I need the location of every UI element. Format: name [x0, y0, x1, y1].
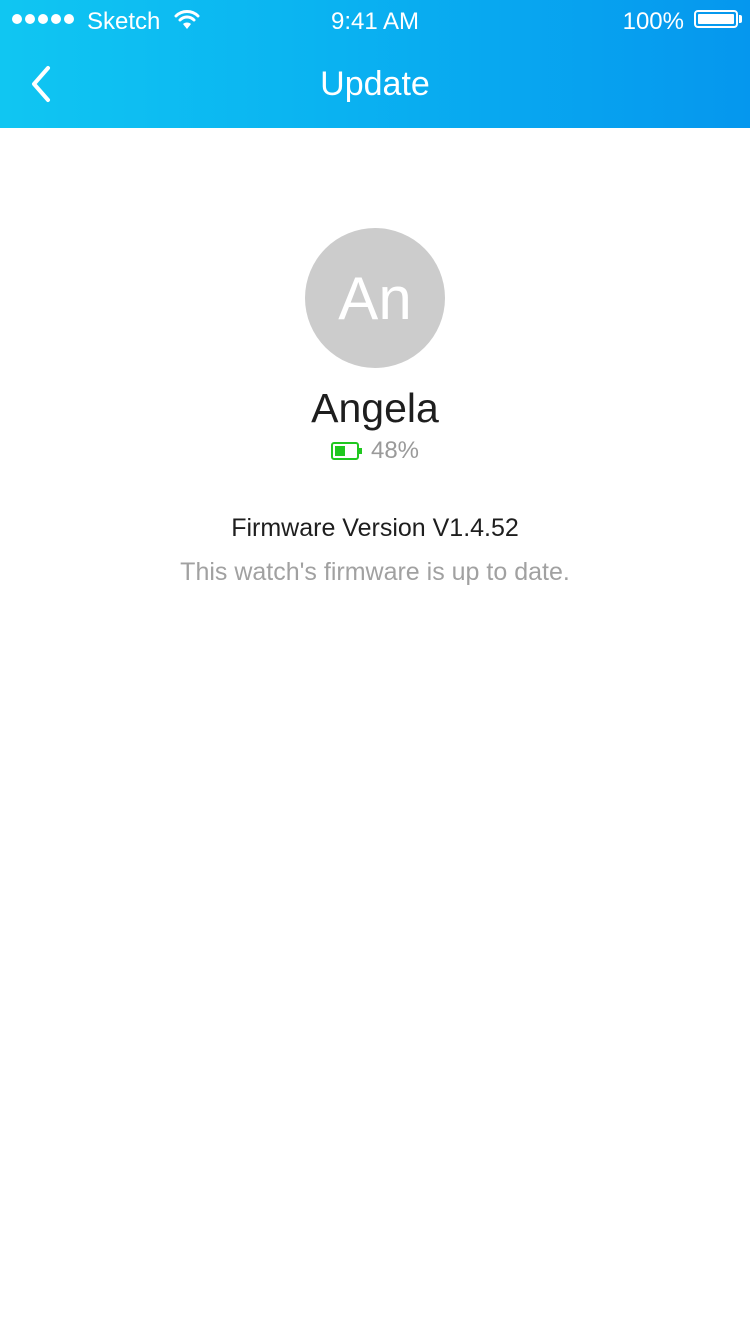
update-screen: Sketch 9:41 AM 100% Update An Angela 48%… [0, 0, 750, 1334]
battery-icon [694, 10, 742, 28]
status-bar: Sketch 9:41 AM 100% [0, 0, 750, 40]
avatar: An [305, 228, 445, 368]
page-title: Update [320, 65, 430, 103]
avatar-initials: An [338, 264, 412, 332]
device-name: Angela [311, 385, 439, 431]
header: Sketch 9:41 AM 100% Update [0, 0, 750, 128]
status-battery-percent: 100% [622, 8, 684, 35]
device-battery-icon [330, 442, 362, 460]
navigation-bar: Update [0, 40, 750, 128]
device-battery-percent: 48% [370, 437, 420, 464]
device-battery: 48% [0, 436, 750, 466]
firmware-status: This watch's firmware is up to date. [180, 558, 570, 586]
device-battery-fill [334, 446, 345, 456]
firmware-version: Firmware Version V1.4.52 [231, 514, 519, 542]
